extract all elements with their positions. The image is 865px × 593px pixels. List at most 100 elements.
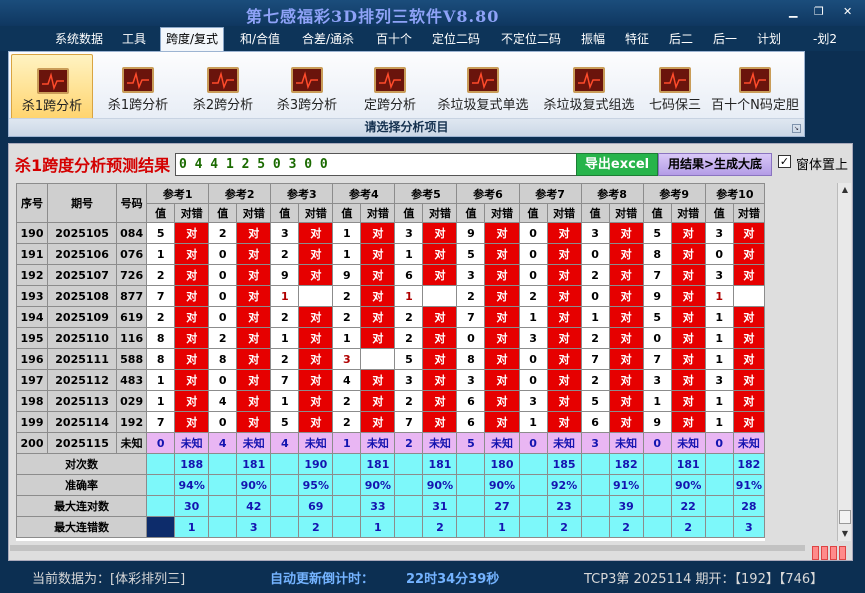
cell-value: 1 [394,285,424,307]
stat-value: 190 [298,453,334,475]
cell-check-hit: 对 [422,369,458,391]
stat-value: 181 [236,453,272,475]
cell-check-hit: 对 [484,369,520,391]
stat-row: 最大连对数 30 42 69 33 31 27 23 39 22 28 [15,495,766,517]
cell-value: 1 [332,222,362,244]
table-row[interactable]: 193 2025108 877 7 对 0 对 1 2 对 1 2 对 2 对 0 对 9 对 1 [15,285,766,307]
cell-check-hit: 对 [360,264,396,286]
row-period: 2025114 [47,411,118,433]
menu-plan-2[interactable]: -划2 [813,30,837,47]
table-row[interactable]: 192 2025107 726 2 对 0 对 9 对 9 对 6 对 3 对 0 对 2 对 7 对 3 对 [15,264,766,286]
generate-base-button[interactable]: 用结果>生成大底 [658,153,772,176]
indicator-icon [812,546,819,560]
menu-last-two[interactable]: 后二 [669,30,693,47]
stat-value: 182 [608,453,644,475]
scroll-down-icon[interactable]: ▼ [838,527,852,541]
cell-check-hit: 对 [298,348,334,370]
cell-value: 3 [704,369,734,391]
row-code: 192 [116,411,148,433]
cell-check-hit: 对 [484,306,520,328]
ribbon-fixed-span-button[interactable]: 定跨分析 [350,54,430,120]
menu-features[interactable]: 特征 [625,30,649,47]
table-row[interactable]: 199 2025114 192 7 对 0 对 5 对 2 对 7 对 6 对 1 对 6 对 9 对 1 对 [15,411,766,433]
row-code: 076 [116,243,148,265]
table-row[interactable]: 198 2025113 029 1 对 4 对 1 对 2 对 2 对 6 对 3 对 5 对 1 对 1 对 [15,390,766,412]
ribbon-expand-icon[interactable]: ↘ [792,124,801,133]
stat-spacer [146,474,176,496]
stat-spacer [208,474,238,496]
table-row[interactable]: 197 2025112 483 1 对 0 对 7 对 4 对 3 对 3 对 0 对 2 对 3 对 3 对 [15,369,766,391]
menu-span-compound[interactable]: 跨度/复式 [160,27,225,51]
table-row[interactable]: 194 2025109 619 2 对 0 对 2 对 2 对 2 对 7 对 1 对 1 对 5 对 1 对 [15,306,766,328]
row-code: 619 [116,306,148,328]
stat-value: 23 [546,495,582,517]
menu-positioned-two[interactable]: 定位二码 [432,30,480,47]
indicator-icon [839,546,846,560]
stat-spacer [332,453,362,475]
menu-amplitude[interactable]: 振幅 [581,30,605,47]
ribbon-seven-code-button[interactable]: 七码保三 [643,54,707,120]
cell-value: 1 [146,369,176,391]
cell-value: 7 [642,264,672,286]
ribbon-kill1-span-active-button[interactable]: 杀1跨分析 [11,54,93,120]
export-excel-button[interactable]: 导出excel [576,153,658,176]
cell-check-hit: 对 [732,327,766,349]
restore-icon[interactable]: ❐ [814,5,824,19]
scroll-up-icon[interactable]: ▲ [838,183,852,197]
cell-value: 7 [146,285,176,307]
cell-value: 1 [518,306,548,328]
close-icon[interactable]: ✕ [843,5,852,19]
pin-window-checkbox[interactable]: ✓ [778,155,791,168]
ribbon-kill2-span-button[interactable]: 杀2跨分析 [182,54,264,120]
cell-check-hit: 对 [608,243,644,265]
result-value-field[interactable]: 0 4 4 1 2 5 0 3 0 0 [175,153,577,176]
ribbon-n-code-button[interactable]: 百十个N码定胆 [707,54,803,120]
subheader-check: 对错 [422,203,458,223]
menu-diff-kill[interactable]: 合差/通杀 [302,30,354,47]
ribbon-junk-single-button[interactable]: 杀垃圾复式单选 [431,54,535,120]
stat-value: 188 [174,453,210,475]
table-row[interactable]: 195 2025110 116 8 对 2 对 1 对 1 对 2 对 0 对 3 对 2 对 0 对 1 对 [15,327,766,349]
menu-hundreds-tens-units[interactable]: 百十个 [376,30,412,47]
menu-unpositioned-two[interactable]: 不定位二码 [501,30,561,47]
indicator-icon [830,546,837,560]
table-row[interactable]: 196 2025111 588 8 对 8 对 2 对 3 5 对 8 对 0 对 7 对 7 对 1 对 [15,348,766,370]
cell-check-hit: 对 [732,390,766,412]
cell-value: 4 [208,390,238,412]
pending-unknown: 未知 [608,432,644,454]
table-row[interactable]: 190 2025105 084 5 对 2 对 3 对 1 对 3 对 9 对 0 对 3 对 5 对 3 对 [15,222,766,244]
cell-check-hit: 对 [670,348,706,370]
cell-value: 4 [332,369,362,391]
ribbon-kill3-span-button[interactable]: 杀3跨分析 [266,54,348,120]
pending-row[interactable]: 200 2025115 未知 0 未知 4 未知 4 未知 1 未知 2 未知 5 未知 0 未知 3 未知 0 未知 0… [15,432,766,454]
stat-label: 对次数 [15,453,148,475]
table-row[interactable]: 191 2025106 076 1 对 0 对 2 对 1 对 1 对 5 对 0 对 0 对 8 对 0 对 [15,243,766,265]
menu-last-one[interactable]: 后一 [713,30,737,47]
stat-value: 180 [484,453,520,475]
stat-value: 31 [422,495,458,517]
ribbon-kill1-span-button[interactable]: 杀1跨分析 [97,54,179,120]
cell-value: 5 [394,348,424,370]
cell-check-hit: 对 [422,306,458,328]
cell-value: 2 [270,306,300,328]
cell-value: 3 [704,264,734,286]
menu-sum[interactable]: 和/合值 [240,30,280,47]
menu-plan[interactable]: 计划 [757,30,781,47]
stat-value: 2 [670,516,706,538]
minimize-icon[interactable]: ▁ [789,5,797,19]
cell-check-hit: 对 [360,306,396,328]
menu-system-data[interactable]: 系统数据 [55,30,103,47]
ribbon-junk-group-button[interactable]: 杀垃圾复式组选 [537,54,641,120]
cell-value: 3 [456,369,486,391]
menu-tools[interactable]: 工具 [122,30,146,47]
cell-check-hit: 对 [670,243,706,265]
cell-value: 2 [146,264,176,286]
stat-value: 90% [670,474,706,496]
stat-spacer [518,453,548,475]
cell-value: 7 [456,306,486,328]
vertical-scrollbar[interactable]: ▲ ▼ [837,183,851,541]
cell-value: 1 [332,243,362,265]
cell-check-hit: 对 [236,285,272,307]
row-seq: 194 [15,306,49,328]
scroll-thumb[interactable] [839,510,851,524]
